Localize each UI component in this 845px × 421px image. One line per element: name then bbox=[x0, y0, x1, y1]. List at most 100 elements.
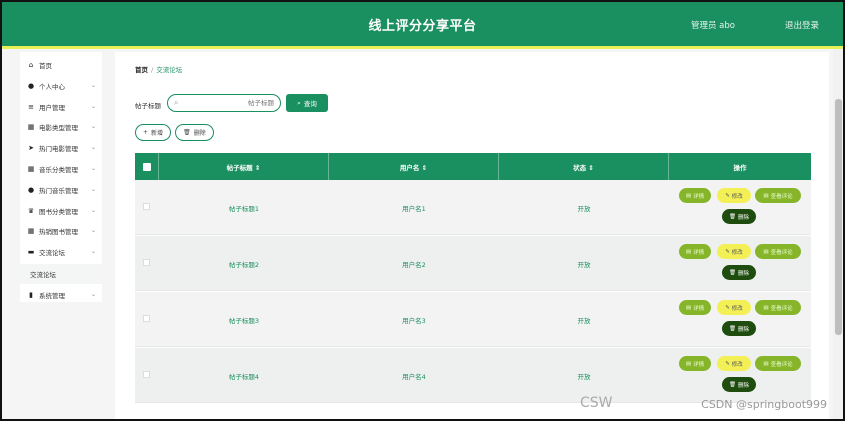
chevron-down-icon: ⌄ bbox=[90, 248, 96, 256]
sidebar-item[interactable]: ▦ 音乐分类管理 ⌄ bbox=[20, 159, 102, 179]
cell-user: 用户名4 bbox=[402, 372, 426, 381]
doc-icon: ▤ bbox=[763, 248, 769, 255]
cell-user: 用户名2 bbox=[402, 260, 426, 269]
edit-button-label: 修改 bbox=[731, 249, 743, 256]
add-button[interactable]: + 新增 bbox=[135, 124, 171, 141]
current-user: 管理员 abo bbox=[690, 21, 735, 31]
chevron-down-icon: ⌄ bbox=[90, 291, 96, 298]
sidebar-item-label: 用户管理 bbox=[39, 103, 65, 112]
table-row: 帖子标题2 用户名2 开放 ▤ 详情 ✎ 修改 ▤ 查看评论 🗑 删除 bbox=[135, 236, 811, 291]
detail-button[interactable]: ▤ 详情 bbox=[679, 356, 711, 371]
detail-button[interactable]: ▤ 详情 bbox=[679, 188, 711, 203]
search-button-label: 查询 bbox=[303, 100, 317, 108]
sidebar-item[interactable]: ● 热门音乐管理 ⌄ bbox=[20, 180, 102, 200]
sidebar-item[interactable]: ● 个人中心 ⌄ bbox=[20, 76, 102, 96]
delete-button[interactable]: 🗑 删除 bbox=[722, 321, 756, 336]
grid-icon: ▦ bbox=[27, 227, 35, 236]
sidebar-item-label: 热门音乐管理 bbox=[39, 186, 78, 195]
sidebar-item[interactable]: ▬ 交流论坛 ⌄ bbox=[20, 242, 102, 262]
trash-icon: 🗑 bbox=[729, 381, 736, 388]
sidebar-subitem-forum[interactable]: 交流论坛 bbox=[20, 264, 102, 284]
search-button-icon: ⌕ bbox=[297, 98, 301, 107]
delete-button[interactable]: 🗑 删除 bbox=[722, 209, 756, 224]
chevron-down-icon: ⌄ bbox=[90, 206, 96, 214]
send-icon: ➤ bbox=[28, 144, 34, 153]
sidebar-item[interactable]: ▦ 热销图书管理 ⌄ bbox=[20, 221, 102, 241]
edit-button[interactable]: ✎ 修改 bbox=[717, 244, 751, 259]
view-comments-label: 查看评论 bbox=[770, 193, 793, 200]
logout-link[interactable]: 退出登录 bbox=[785, 19, 819, 31]
view-comments-button[interactable]: ▤ 查看评论 bbox=[755, 244, 801, 259]
sliders-icon: ≡ bbox=[28, 102, 34, 111]
scrollbar-thumb[interactable] bbox=[835, 99, 842, 335]
edit-icon: ✎ bbox=[725, 192, 730, 199]
cell-title: 帖子标题4 bbox=[228, 372, 260, 381]
cell-title: 帖子标题3 bbox=[228, 316, 260, 325]
breadcrumb-home[interactable]: 首页 bbox=[135, 66, 148, 74]
view-comments-button[interactable]: ▤ 查看评论 bbox=[755, 188, 801, 203]
doc-icon: ▤ bbox=[763, 192, 769, 199]
row-checkbox[interactable] bbox=[143, 203, 150, 210]
sidebar-item[interactable]: ≡ 用户管理 ⌄ bbox=[20, 97, 102, 117]
chevron-down-icon: ⌄ bbox=[90, 165, 96, 172]
detail-button-label: 详情 bbox=[693, 193, 705, 200]
delete-button[interactable]: 🗑 删除 bbox=[722, 265, 756, 280]
doc-icon: ▤ bbox=[763, 304, 769, 311]
breadcrumb-separator: / bbox=[151, 66, 154, 74]
watermark-overlay: CSW bbox=[580, 395, 613, 411]
column-header-user[interactable]: 用户名 ⇕ bbox=[329, 153, 499, 180]
sidebar-item-label: 系统管理 bbox=[39, 292, 65, 300]
edit-button[interactable]: ✎ 修改 bbox=[717, 356, 751, 371]
search-button[interactable]: ⌕ 查询 bbox=[286, 94, 328, 112]
row-checkbox[interactable] bbox=[143, 371, 150, 378]
grid-icon: ▦ bbox=[27, 165, 35, 173]
cell-status: 开放 bbox=[577, 204, 591, 213]
cell-user: 用户名1 bbox=[402, 204, 426, 213]
sidebar-item[interactable]: ➤ 热门电影管理 ⌄ bbox=[20, 138, 102, 158]
doc-icon: ▤ bbox=[685, 304, 692, 311]
search-icon: ⌕ bbox=[174, 98, 179, 107]
detail-button[interactable]: ▤ 详情 bbox=[679, 300, 711, 315]
edit-button[interactable]: ✎ 修改 bbox=[717, 300, 751, 315]
column-header-title[interactable]: 帖子标题 ⇕ bbox=[159, 153, 329, 180]
edit-button[interactable]: ✎ 修改 bbox=[717, 188, 751, 203]
cell-user: 用户名3 bbox=[402, 316, 426, 325]
bar-chart-icon: ▮ bbox=[29, 291, 33, 299]
chevron-down-icon: ⌄ bbox=[90, 102, 96, 110]
row-checkbox[interactable] bbox=[143, 259, 150, 266]
location-icon: ● bbox=[27, 185, 35, 194]
scrollbar-track[interactable] bbox=[833, 49, 843, 419]
search-input[interactable] bbox=[186, 97, 274, 109]
delete-button-label: 删除 bbox=[737, 326, 749, 333]
grid-icon: ▦ bbox=[27, 123, 35, 132]
sidebar-item[interactable]: ▮ 系统管理 ⌄ bbox=[20, 285, 102, 305]
sidebar-item[interactable]: ♛ 图书分类管理 ⌄ bbox=[20, 201, 102, 221]
sidebar-item-label: 交流论坛 bbox=[39, 249, 65, 258]
app-frame: 线上评分分享平台 管理员 abo 退出登录 ⌂ 首页 ● 个人中心 ⌄ ≡ 用户管理 ⌄ ▦ 电影… bbox=[0, 0, 845, 421]
chevron-down-icon: ⌄ bbox=[90, 123, 96, 131]
search-box[interactable]: ⌕ bbox=[167, 94, 281, 112]
sidebar-item[interactable]: ▦ 电影类型管理 ⌄ bbox=[20, 117, 102, 137]
view-comments-button[interactable]: ▤ 查看评论 bbox=[755, 356, 801, 371]
bulk-delete-button[interactable]: 🗑 删除 bbox=[175, 124, 214, 141]
column-header-status[interactable]: 状态 ⇕ bbox=[499, 153, 669, 180]
chevron-down-icon: ⌄ bbox=[90, 144, 96, 152]
cell-title: 帖子标题2 bbox=[228, 260, 260, 269]
table-header: 帖子标题 ⇕ 用户名 ⇕ 状态 ⇕ 操作 bbox=[135, 153, 811, 180]
sidebar-item[interactable]: ⌂ 首页 bbox=[20, 55, 102, 75]
cell-status: 开放 bbox=[577, 260, 591, 269]
view-comments-button[interactable]: ▤ 查看评论 bbox=[755, 300, 801, 315]
cell-title: 帖子标题1 bbox=[228, 204, 260, 213]
detail-button-label: 详情 bbox=[693, 249, 705, 256]
row-checkbox[interactable] bbox=[143, 315, 150, 322]
table-row: 帖子标题4 用户名4 开放 ▤ 详情 ✎ 修改 ▤ 查看评论 🗑 删除 bbox=[135, 348, 811, 403]
detail-button[interactable]: ▤ 详情 bbox=[679, 244, 711, 259]
delete-button[interactable]: 🗑 删除 bbox=[722, 377, 756, 392]
trash-icon: 🗑 bbox=[729, 213, 736, 220]
chevron-down-icon: ⌄ bbox=[90, 227, 96, 235]
chevron-down-icon: ⌄ bbox=[90, 185, 96, 193]
add-button-label: 新增 bbox=[151, 130, 164, 137]
breadcrumb-current: 交流论坛 bbox=[156, 66, 183, 74]
select-all-checkbox[interactable] bbox=[143, 163, 151, 171]
trash-icon: 🗑 bbox=[183, 129, 191, 136]
